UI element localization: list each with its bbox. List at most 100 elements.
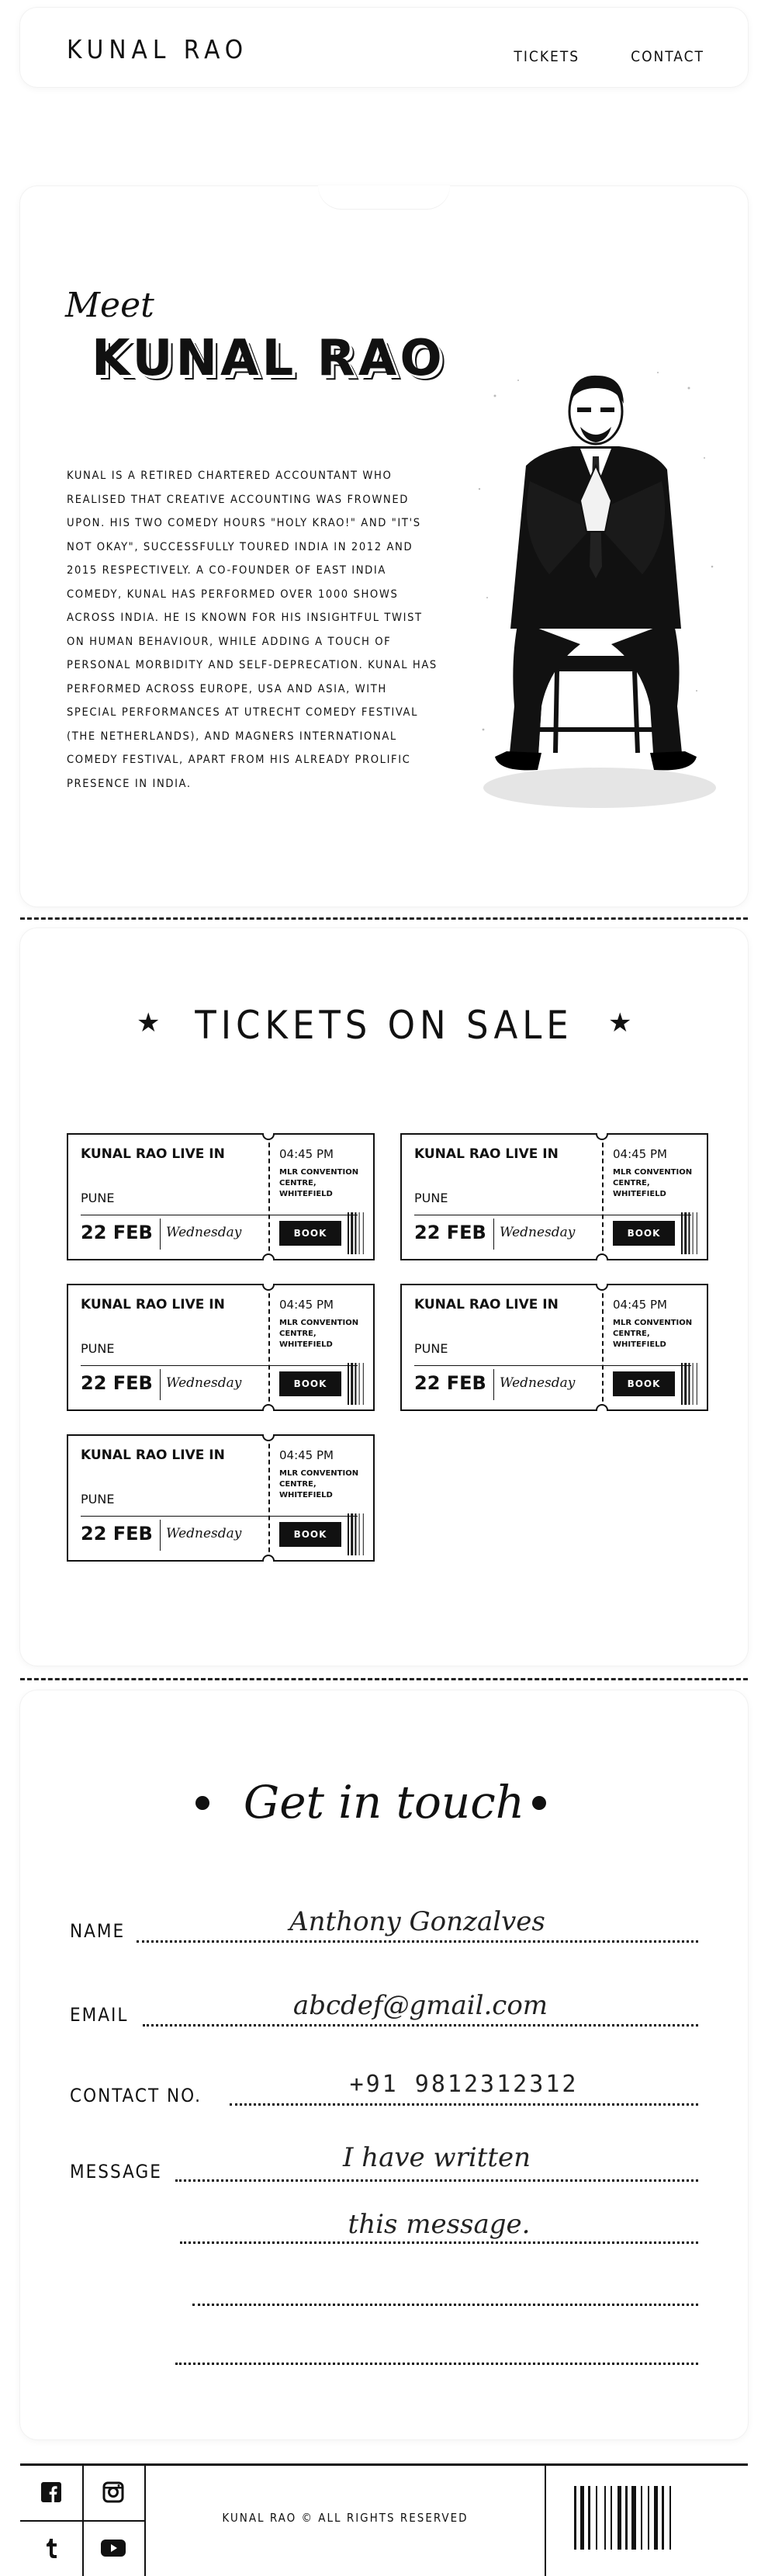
ticket-card: KUNAL RAO LIVE IN PUNE 22 FEB Wednesday … [400, 1133, 708, 1260]
top-nav: KUNAL RAO TICKETS CONTACT [20, 8, 748, 87]
ticket-barcode [681, 1363, 697, 1405]
ticket-rule [81, 1516, 358, 1517]
message-underline [175, 2363, 698, 2365]
ticket-notch [596, 1253, 608, 1260]
book-button[interactable]: BOOK [613, 1221, 675, 1246]
nav-link-tickets[interactable]: TICKETS [514, 48, 579, 65]
contact-number-label: CONTACT NO. [70, 2085, 202, 2106]
ticket-separator [160, 1219, 161, 1250]
name-label: NAME [70, 1920, 126, 1942]
email-field[interactable] [143, 1990, 698, 2021]
message-underline [175, 2179, 698, 2182]
tickets-section: ★ TICKETS ON SALE ★ KUNAL RAO LIVE IN PU… [20, 928, 748, 1666]
message-line-2: this message. [348, 2209, 531, 2240]
ticket-date: 22 FEB [81, 1222, 153, 1243]
youtube-icon[interactable] [82, 2522, 144, 2574]
ticket-rule [414, 1365, 691, 1366]
artist-portrait [478, 372, 716, 808]
ticket-time: 04:45 PM [279, 1298, 334, 1312]
tickets-heading: TICKETS ON SALE [195, 1003, 573, 1048]
name-field[interactable] [137, 1906, 698, 1937]
ticket-day: Wednesday [500, 1225, 576, 1240]
copyright-text: KUNAL RAO © ALL RIGHTS RESERVED [222, 2511, 469, 2525]
ticket-title: KUNAL RAO LIVE IN [81, 1297, 225, 1312]
ticket-city: PUNE [414, 1191, 448, 1205]
footer-divider [144, 2466, 146, 2576]
nav-links: TICKETS CONTACT [514, 48, 704, 65]
book-button[interactable]: BOOK [279, 1371, 341, 1396]
footer-divider [20, 2520, 144, 2522]
ticket-city: PUNE [81, 1191, 115, 1205]
artist-bio: KUNAL IS A RETIRED CHARTERED ACCOUNTANT … [67, 469, 438, 790]
contact-number-underline [230, 2103, 698, 2106]
ticket-barcode [348, 1363, 364, 1405]
card-tab-notch [318, 185, 450, 209]
star-icon: ★ [608, 1007, 632, 1038]
ticket-date: 22 FEB [414, 1222, 486, 1243]
ticket-day: Wednesday [166, 1375, 242, 1391]
ticket-notch [262, 1404, 275, 1411]
ticket-time: 04:45 PM [613, 1298, 667, 1312]
about-section: Meet KUNAL RAO KUNAL IS A RETIRED CHARTE… [20, 185, 748, 907]
book-button[interactable]: BOOK [613, 1371, 675, 1396]
section-divider [20, 917, 748, 920]
section-divider [20, 1678, 748, 1680]
footer: KUNAL RAO © ALL RIGHTS RESERVED [20, 2463, 748, 2576]
book-button[interactable]: BOOK [279, 1221, 341, 1246]
email-underline [143, 2024, 698, 2026]
ticket-title: KUNAL RAO LIVE IN [414, 1297, 559, 1312]
ticket-card: KUNAL RAO LIVE IN PUNE 22 FEB Wednesday … [67, 1133, 375, 1260]
ticket-card: KUNAL RAO LIVE IN PUNE 22 FEB Wednesday … [67, 1434, 375, 1562]
nav-link-contact[interactable]: CONTACT [631, 48, 704, 65]
ticket-title: KUNAL RAO LIVE IN [81, 1447, 225, 1463]
site-logo[interactable]: KUNAL RAO [67, 34, 248, 64]
contact-number-field[interactable] [230, 2071, 698, 2098]
meet-heading: Meet [65, 286, 154, 325]
ticket-separator [493, 1219, 494, 1250]
contact-section: Get in touch NAME EMAIL CONTACT NO. MESS… [20, 1690, 748, 2439]
ticket-separator [160, 1369, 161, 1400]
ticket-time: 04:45 PM [279, 1147, 334, 1161]
contact-heading: Get in touch [243, 1776, 525, 1829]
ticket-date: 22 FEB [81, 1372, 153, 1394]
ticket-barcode [681, 1212, 697, 1254]
message-underline [192, 2304, 698, 2306]
ticket-time: 04:45 PM [279, 1448, 334, 1462]
ticket-venue: MLR CONVENTION CENTRE, WHITEFIELD [279, 1168, 359, 1198]
ticket-day: Wednesday [500, 1375, 576, 1391]
message-line-1: I have written [342, 2142, 531, 2173]
message-label: MESSAGE [70, 2161, 162, 2182]
ticket-city: PUNE [81, 1492, 115, 1506]
ticket-city: PUNE [81, 1341, 115, 1356]
artist-name-heading: KUNAL RAO [92, 330, 445, 387]
facebook-icon[interactable] [20, 2466, 82, 2519]
ticket-notch [596, 1404, 608, 1411]
footer-divider [545, 2466, 546, 2576]
ticket-rule [81, 1365, 358, 1366]
name-underline [137, 1940, 698, 1943]
email-label: EMAIL [70, 2004, 129, 2026]
bullet-dot-icon [532, 1796, 546, 1810]
barcode-graphic [574, 2486, 671, 2550]
tumblr-icon[interactable] [20, 2522, 82, 2574]
message-underline [180, 2241, 698, 2244]
book-button[interactable]: BOOK [279, 1522, 341, 1547]
instagram-icon[interactable] [82, 2466, 144, 2519]
ticket-time: 04:45 PM [613, 1147, 667, 1161]
ticket-day: Wednesday [166, 1526, 242, 1541]
ticket-venue: MLR CONVENTION CENTRE, WHITEFIELD [279, 1469, 359, 1499]
ticket-barcode [348, 1513, 364, 1555]
ticket-separator [493, 1369, 494, 1400]
ticket-notch [262, 1253, 275, 1260]
ticket-title: KUNAL RAO LIVE IN [414, 1146, 559, 1162]
ticket-date: 22 FEB [414, 1372, 486, 1394]
ticket-day: Wednesday [166, 1225, 242, 1240]
ticket-date: 22 FEB [81, 1523, 153, 1545]
ticket-card: KUNAL RAO LIVE IN PUNE 22 FEB Wednesday … [400, 1284, 708, 1411]
ticket-city: PUNE [414, 1341, 448, 1356]
ticket-venue: MLR CONVENTION CENTRE, WHITEFIELD [613, 1319, 693, 1349]
ticket-title: KUNAL RAO LIVE IN [81, 1146, 225, 1162]
ticket-venue: MLR CONVENTION CENTRE, WHITEFIELD [279, 1319, 359, 1349]
ticket-separator [160, 1520, 161, 1551]
ticket-card: KUNAL RAO LIVE IN PUNE 22 FEB Wednesday … [67, 1284, 375, 1411]
